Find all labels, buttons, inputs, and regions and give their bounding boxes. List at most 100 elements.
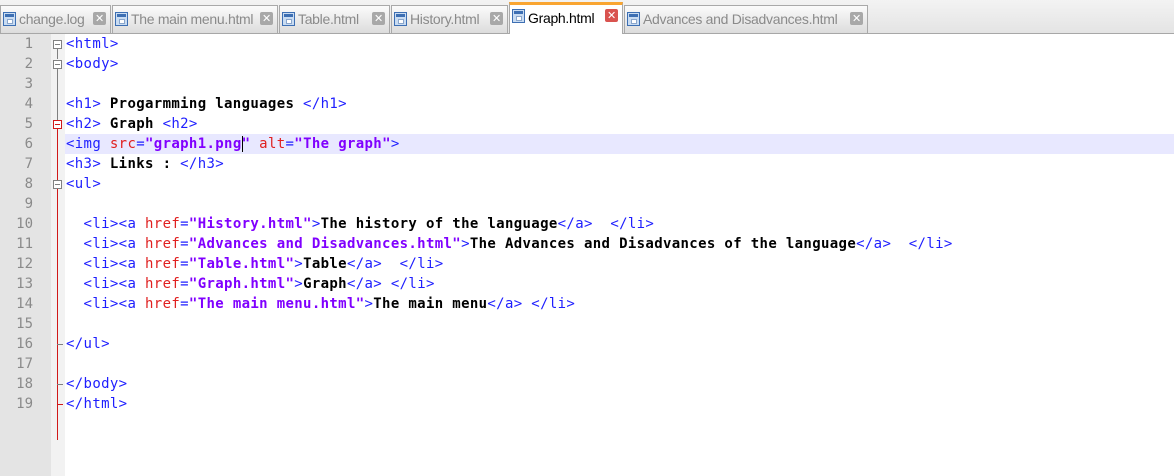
code-token: = [180,256,189,272]
file-icon [282,12,295,26]
code-token: <img [66,136,102,152]
line-number: 16 [16,336,33,352]
code-token: alt [250,136,286,152]
code-token: = [285,136,295,152]
fold-toggle-body[interactable] [53,60,62,69]
close-icon[interactable]: ✕ [372,12,385,25]
code-token: <h1> [66,96,102,112]
code-token: <h3> [66,156,102,172]
close-icon[interactable]: ✕ [490,12,503,25]
code-token: <li><a [66,296,137,312]
line-number: 2 [24,56,33,72]
code-token: = [180,216,189,232]
code-line[interactable]: <li><a href="Table.html">Table</a> </li> [66,254,444,274]
code-line[interactable]: <h1> Progarmming languages </h1> [66,94,347,114]
code-token: <li><a [66,216,137,232]
line-number: 1 [24,36,33,52]
code-token: "The graph" [294,136,391,152]
code-token: Graph [101,116,163,132]
code-token: > [294,276,304,292]
code-editor[interactable]: 1 <html> 2 <body> 3 4 <h1> Progarmming languag… [0,34,1174,476]
close-icon[interactable]: ✕ [605,9,618,22]
line-number: 3 [24,76,33,92]
fold-margin[interactable] [51,34,65,476]
file-icon [512,9,525,23]
code-token: Links : [101,156,181,172]
code-token: "Graph.html" [188,276,295,292]
code-token: </a> </li> [346,256,444,272]
tab-label: The main menu.html [131,11,254,27]
code-token: </a> </li> [346,276,435,292]
code-token: The Advances and Disadvances of the lang… [469,236,857,252]
tab-table[interactable]: Table.html ✕ [279,5,390,33]
tab-bar: change.log ✕ The main menu.html ✕ Table.… [0,0,1174,34]
code-line[interactable]: <h3> Links : </h3> [66,154,224,174]
code-line[interactable]: <html> [66,34,119,54]
code-token: <h2> [162,116,198,132]
line-number: 15 [16,316,33,332]
line-number: 8 [24,176,33,192]
close-icon[interactable]: ✕ [93,12,106,25]
code-token: </h3> [180,156,225,172]
code-token: </ul> [66,336,110,352]
code-line[interactable]: </ul> [66,334,110,354]
code-token: "Advances and Disadvances.html" [188,236,462,252]
fold-end-body [57,384,63,385]
code-line[interactable]: <img src="graph1.png" alt="The graph"> [66,134,400,154]
code-token: <h2> [66,116,102,132]
tab-label: History.html [410,11,480,27]
code-token: The main menu [373,296,488,312]
code-token: Table [303,256,347,272]
close-icon[interactable]: ✕ [260,12,273,25]
code-token: <ul> [66,176,102,192]
code-token: <li><a [66,256,137,272]
line-number: 11 [16,236,33,252]
fold-toggle-html[interactable] [53,40,62,49]
file-icon [394,12,407,26]
tab-label: change.log [19,11,85,27]
code-line[interactable]: <li><a href="Advances and Disadvances.ht… [66,234,953,254]
fold-guide-active [57,129,58,440]
line-number: 12 [16,256,33,272]
tab-label: Graph.html [528,10,595,26]
code-token: </a> </li> [487,296,576,312]
tab-advances-and-disadvances[interactable]: Advances and Disadvances.html ✕ [624,5,868,33]
code-token: </h1> [303,96,347,112]
tab-graph[interactable]: Graph.html ✕ [509,2,623,34]
line-number: 13 [16,276,33,292]
code-line[interactable]: </html> [66,394,127,414]
code-line[interactable]: </body> [66,374,127,394]
code-line[interactable]: <ul> [66,174,101,194]
tab-the-main-menu[interactable]: The main menu.html ✕ [112,5,278,33]
code-line[interactable]: <li><a href="Graph.html">Graph</a> </li> [66,274,435,294]
code-token: </a> </li> [856,236,953,252]
code-token: Progarmming languages [101,96,304,112]
code-token: = [136,136,146,152]
code-token: > [390,136,400,152]
code-token: = [180,296,189,312]
line-number: 10 [16,216,33,232]
code-token: "Table.html" [188,256,295,272]
code-token: <li><a [66,276,137,292]
code-line[interactable]: <body> [66,54,119,74]
code-token: href [136,276,181,292]
line-number: 18 [16,376,33,392]
close-icon[interactable]: ✕ [850,12,863,25]
fold-toggle-ul[interactable] [53,180,62,189]
file-icon [3,12,16,26]
line-number: 9 [24,196,33,212]
code-line[interactable]: <h2> Graph <h2> [66,114,198,134]
code-line[interactable]: <li><a href="The main menu.html">The mai… [66,294,575,314]
code-token: href [136,236,181,252]
line-number: 14 [16,296,33,312]
tab-history[interactable]: History.html ✕ [391,5,508,33]
fold-toggle-h2[interactable] [53,120,62,129]
fold-end-html [57,404,63,405]
code-line[interactable]: <li><a href="History.html">The history o… [66,214,654,234]
tab-change-log[interactable]: change.log ✕ [0,5,111,33]
code-token: > [364,296,374,312]
code-token: "The main menu.html" [188,296,365,312]
code-token: </html> [66,396,128,412]
code-token: "History.html" [188,216,312,232]
code-token: <li><a [66,236,137,252]
